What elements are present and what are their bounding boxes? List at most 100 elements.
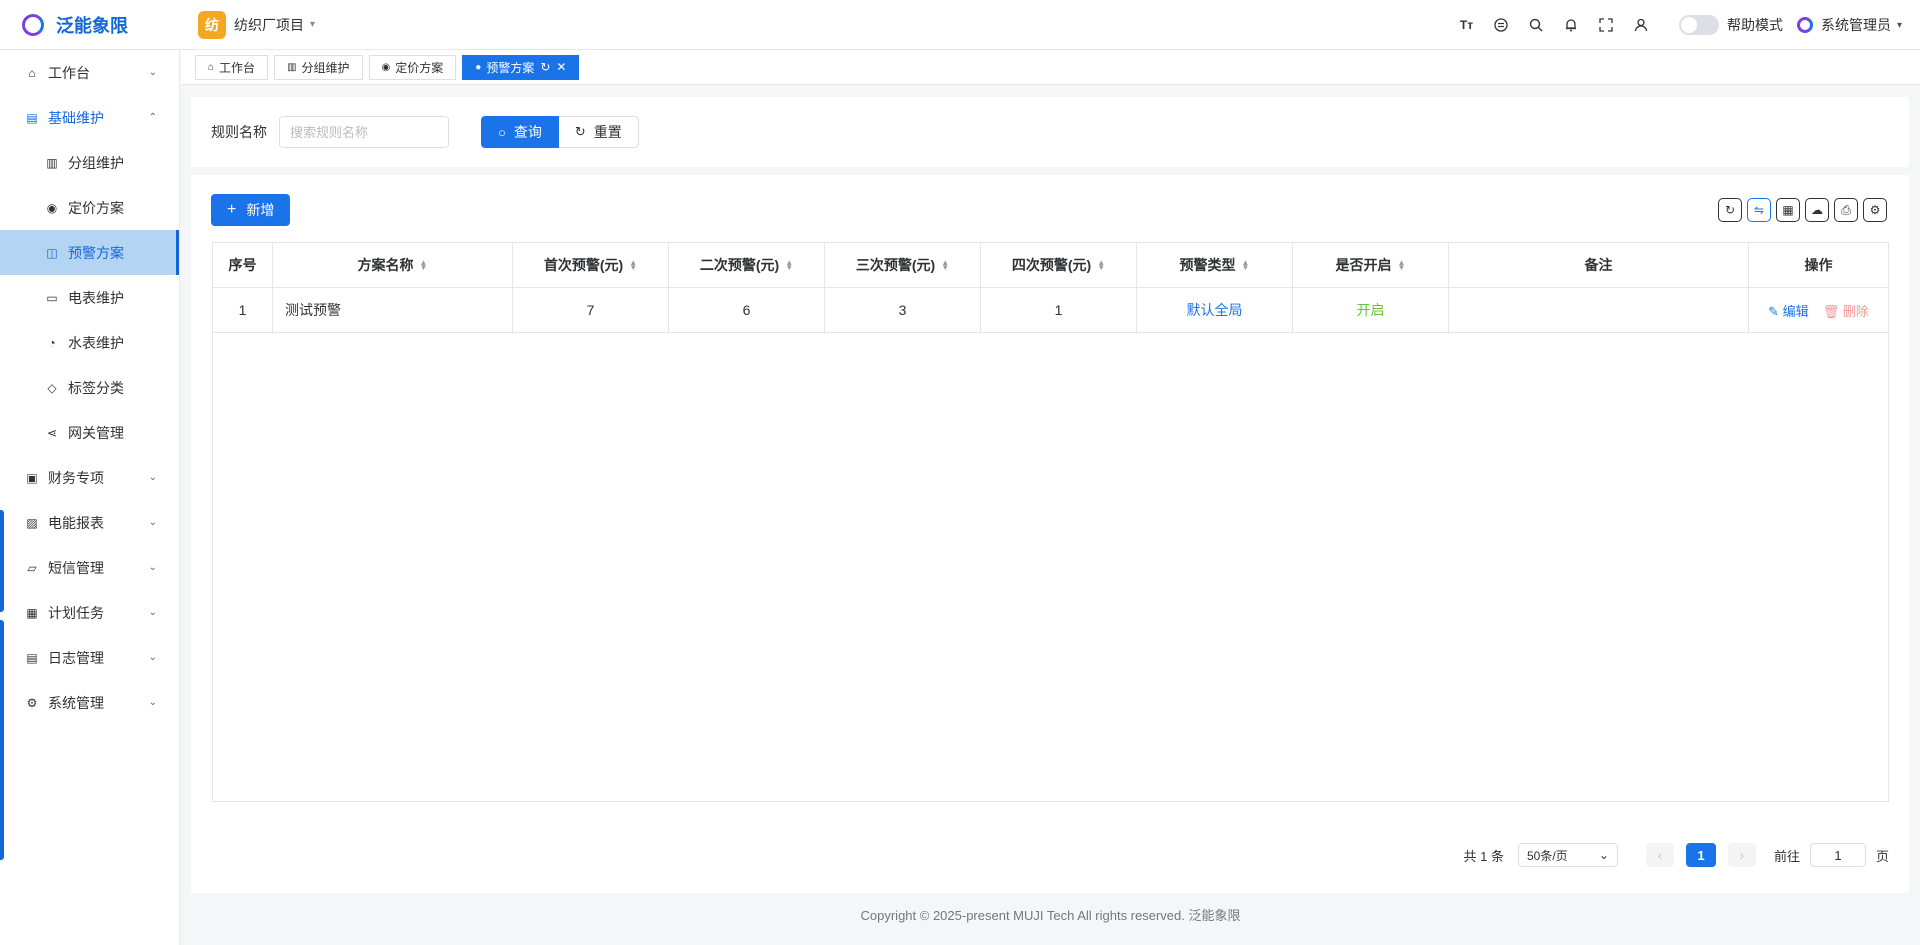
next-page-button[interactable]: › [1727, 843, 1756, 867]
tab-pricing-plan[interactable]: ◉ 定价方案 [368, 54, 457, 80]
page-size-select[interactable]: 50条/页 ⌄ [1517, 843, 1618, 867]
sidebar-item-workbench[interactable]: ⌂ 工作台 ⌄ [0, 50, 179, 95]
prev-page-button[interactable]: ‹ [1645, 843, 1674, 867]
sidebar-item-label: 短信管理 [48, 559, 104, 576]
search-panel: 规则名称 ○ 查询 ↻ 重置 [191, 97, 1909, 167]
sort-icon[interactable]: ▲ ▼ [629, 259, 637, 272]
reset-button[interactable]: ↻ 重置 [558, 116, 639, 148]
query-button[interactable]: ○ 查询 [481, 116, 559, 148]
sort-icon[interactable]: ▲ ▼ [1097, 259, 1105, 272]
cell-enabled: 开启 [1293, 288, 1449, 332]
user-avatar-icon[interactable] [1796, 17, 1813, 33]
sort-icon[interactable]: ▲ ▼ [785, 259, 793, 272]
calendar-icon: ▦ [26, 605, 38, 620]
sidebar-item-energy-report[interactable]: ▨ 电能报表 ⌄ [0, 500, 179, 545]
project-badge: 纺 [198, 10, 226, 39]
column-header[interactable]: 是否开启 ▲ ▼ [1293, 243, 1449, 287]
share-icon: ⋖ [46, 425, 58, 440]
tab-workbench[interactable]: ⌂ 工作台 [195, 54, 269, 80]
cell-actions: ✎ 编辑 🗑 删除 [1749, 288, 1888, 332]
language-icon[interactable] [1484, 0, 1519, 50]
sidebar-item-label: 系统管理 [48, 694, 104, 711]
sidebar-item-system[interactable]: ⚙ 系统管理 ⌄ [0, 680, 179, 725]
font-size-icon[interactable]: Tт [1449, 0, 1484, 50]
sidebar-item-label: 计划任务 [48, 604, 104, 621]
total-count: 共 1 条 [1463, 848, 1504, 864]
chevron-down-icon[interactable]: ▾ [1897, 20, 1902, 31]
tab-warning-plan[interactable]: ● 预警方案 ↻ ✕ [462, 54, 580, 80]
sort-icon[interactable]: ▲ ▼ [1398, 259, 1406, 272]
help-mode-toggle[interactable] [1678, 15, 1719, 35]
bell-icon[interactable] [1554, 0, 1589, 50]
sort-icon[interactable]: ▲ ▼ [420, 259, 428, 272]
gear-icon[interactable]: ⚙ [1863, 198, 1887, 222]
sidebar-item-log[interactable]: ▤ 日志管理 ⌄ [0, 635, 179, 680]
sidebar-item-warning-plan[interactable]: ◫ 预警方案 [0, 230, 179, 275]
side-drawer-handle[interactable] [0, 510, 4, 612]
sidebar-item-pricing-plan[interactable]: ◉ 定价方案 [0, 185, 179, 230]
sort-icon[interactable]: ▲ ▼ [941, 259, 949, 272]
sidebar-item-sms[interactable]: ▱ 短信管理 ⌄ [0, 545, 179, 590]
user-icon[interactable] [1624, 0, 1659, 50]
search-icon: ○ [498, 124, 506, 140]
sidebar-item-tag-category[interactable]: ◇ 标签分类 [0, 365, 179, 410]
tab-label: 预警方案 [486, 60, 535, 75]
column-header: 序号 [213, 243, 273, 287]
add-label: 新增 [246, 202, 275, 218]
side-drawer-handle[interactable] [0, 620, 4, 772]
column-header[interactable]: 预警类型 ▲ ▼ [1137, 243, 1293, 287]
sidebar-item-label: 分组维护 [68, 154, 124, 171]
sidebar-item-label: 工作台 [48, 64, 90, 81]
sidebar-item-electric-meter[interactable]: ▭ 电表维护 [0, 275, 179, 320]
header-tools: Tт 帮助模式 系统管理员 ▾ [1449, 0, 1902, 50]
top-header: 泛能象限 纺 纺织厂项目 ▾ Tт 帮助模式 系统管理员 ▾ [0, 0, 1920, 50]
search-icon[interactable] [1519, 0, 1554, 50]
sort-icon[interactable]: ▲ ▼ [1242, 259, 1250, 272]
sidebar-item-water-meter[interactable]: ◔ 水表维护 [0, 320, 179, 365]
column-header[interactable]: 四次预警(元) ▲ ▼ [981, 243, 1137, 287]
chevron-up-icon: ⌃ [148, 112, 157, 123]
tab-group-maintenance[interactable]: ▥ 分组维护 [274, 54, 363, 80]
chevron-down-icon: ▾ [310, 19, 316, 30]
project-selector[interactable]: 纺 纺织厂项目 ▾ [198, 10, 316, 39]
sidebar-item-label: 定价方案 [68, 199, 124, 216]
page-unit-label: 页 [1875, 848, 1889, 864]
goto-label: 前往 [1773, 848, 1800, 864]
refresh-icon[interactable]: ↻ [540, 60, 550, 74]
pagination: 共 1 条 50条/页 ⌄ ‹ 1 › 前往 1 页 [1463, 843, 1889, 867]
close-icon[interactable]: ✕ [556, 60, 566, 74]
trash-icon: 🗑 [1822, 303, 1840, 319]
goto-page-input[interactable]: 1 [1809, 843, 1866, 867]
swap-icon[interactable]: ⇋ [1747, 198, 1771, 222]
page-number-current[interactable]: 1 [1685, 843, 1716, 867]
cloud-download-icon[interactable]: ☁ [1805, 198, 1829, 222]
column-header[interactable]: 二次预警(元) ▲ ▼ [669, 243, 825, 287]
edit-button[interactable]: ✎ 编辑 [1768, 301, 1809, 320]
sidebar-item-finance[interactable]: ▣ 财务专项 ⌄ [0, 455, 179, 500]
delete-button[interactable]: 🗑 删除 [1823, 301, 1869, 320]
rule-name-input[interactable] [279, 116, 449, 148]
column-header[interactable]: 首次预警(元) ▲ ▼ [513, 243, 669, 287]
brand[interactable]: 泛能象限 [0, 12, 180, 38]
sidebar-item-label: 网关管理 [68, 424, 124, 441]
table-row: 1 测试预警 7 6 3 1 默认全局 开启 ✎ 编辑 🗑 删除 [213, 288, 1888, 333]
column-header[interactable]: 三次预警(元) ▲ ▼ [825, 243, 981, 287]
grid-icon[interactable]: ▦ [1776, 198, 1800, 222]
chevron-down-icon: ⌄ [148, 652, 157, 663]
sidebar-item-group-maintenance[interactable]: ▥ 分组维护 [0, 140, 179, 185]
sidebar-item-scheduled-task[interactable]: ▦ 计划任务 ⌄ [0, 590, 179, 635]
user-name[interactable]: 系统管理员 [1821, 15, 1891, 35]
sidebar-item-basic-maintenance[interactable]: ▤ 基础维护 ⌃ [0, 95, 179, 140]
column-header: 备注 [1449, 243, 1749, 287]
coin-icon: ◉ [381, 61, 391, 73]
refresh-icon[interactable]: ↻ [1718, 198, 1742, 222]
print-icon[interactable]: ⎙ [1834, 198, 1858, 222]
table-tools: ↻ ⇋ ▦ ☁ ⎙ ⚙ [1713, 198, 1887, 222]
sidebar-item-gateway[interactable]: ⋖ 网关管理 [0, 410, 179, 455]
column-header[interactable]: 方案名称 ▲ ▼ [273, 243, 513, 287]
cell-warning-type: 默认全局 [1137, 288, 1293, 332]
fullscreen-icon[interactable] [1589, 0, 1624, 50]
cell-remark [1449, 288, 1749, 332]
add-button[interactable]: + 新增 [211, 194, 291, 226]
side-drawer-handle[interactable] [0, 756, 4, 860]
